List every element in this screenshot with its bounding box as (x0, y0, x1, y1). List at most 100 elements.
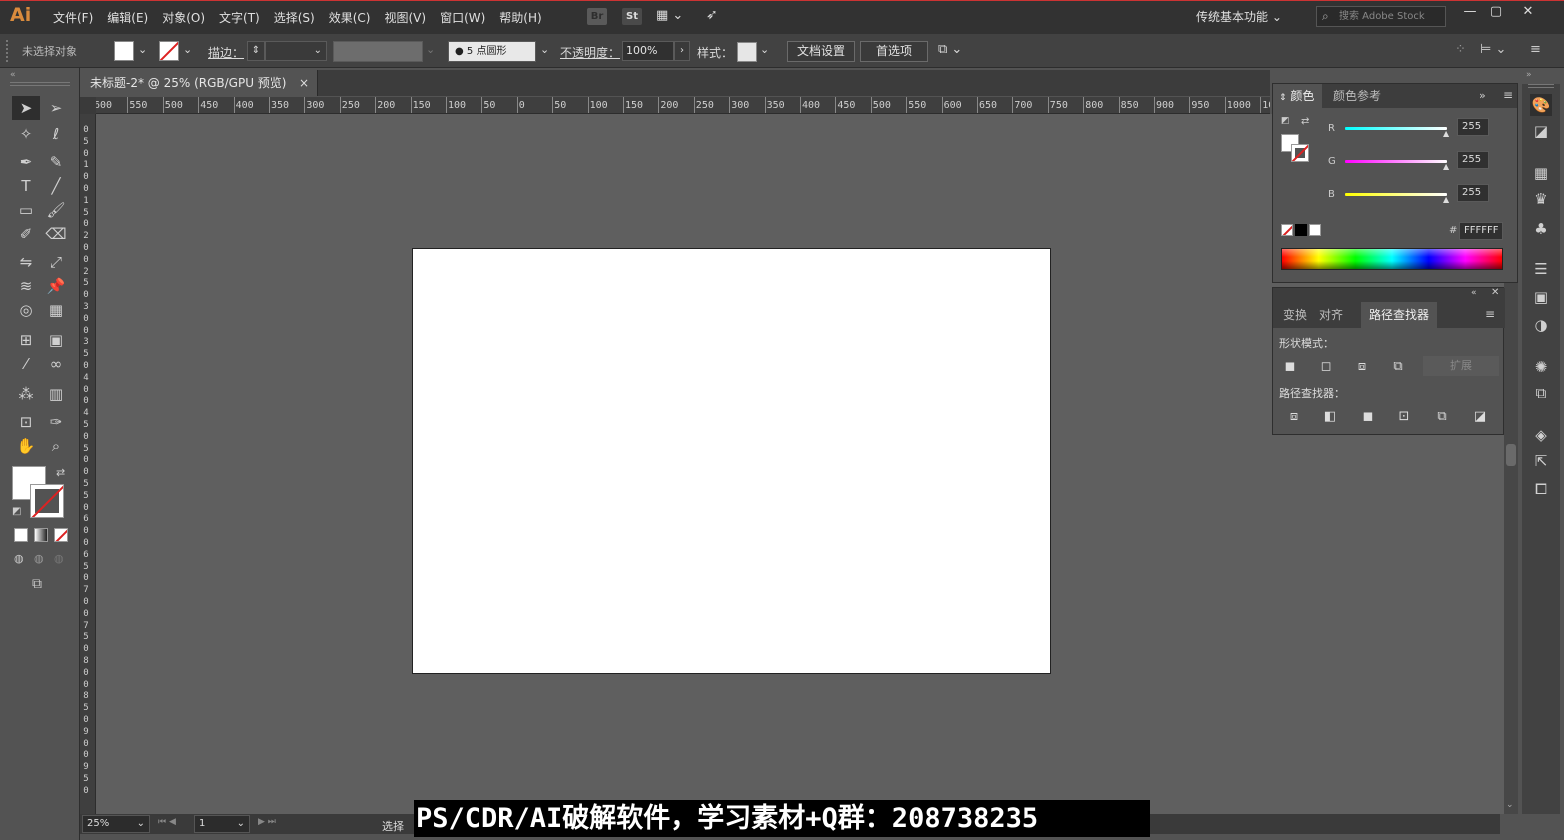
chevron-right-icon[interactable]: › (674, 41, 690, 61)
swap-colors-icon[interactable]: ⇄ (56, 466, 65, 479)
fill-swatch[interactable] (114, 41, 134, 61)
stroke-color-box[interactable] (1291, 144, 1309, 162)
draw-behind-icon[interactable]: ◍ (34, 552, 44, 565)
variable-width-profile[interactable] (333, 41, 423, 62)
document-setup-button[interactable]: 文档设置 (787, 41, 855, 62)
menu-edit[interactable]: 编辑(E) (100, 9, 155, 26)
stroke-label[interactable]: 描边： (208, 44, 244, 61)
default-colors-icon[interactable]: ◩ (1281, 116, 1290, 126)
collapse-icon[interactable]: « (10, 70, 16, 80)
stroke-stepper[interactable]: ⇕ (247, 41, 265, 61)
grip-icon[interactable] (1528, 84, 1554, 88)
r-slider[interactable] (1345, 127, 1447, 130)
gradient-tool-icon[interactable]: ▣ (42, 328, 70, 352)
chevron-down-icon[interactable]: ⌄ (183, 43, 192, 56)
publish-rocket-icon[interactable]: ➶ (706, 7, 718, 23)
none-swatch[interactable] (1281, 224, 1293, 236)
graphic-style-swatch[interactable] (737, 42, 757, 62)
menu-select[interactable]: 选择(S) (267, 9, 322, 26)
menu-effect[interactable]: 效果(C) (322, 9, 378, 26)
close-icon[interactable]: ✕ (1491, 287, 1499, 298)
chevron-down-icon[interactable]: ⌄ (540, 43, 549, 56)
expand-button[interactable]: 扩展 (1423, 356, 1499, 376)
document-tab[interactable]: 未标题-2* @ 25% (RGB/GPU 预览) × (80, 70, 318, 96)
chevron-down-icon[interactable]: ⌄ (138, 43, 147, 56)
opacity-label[interactable]: 不透明度： (560, 44, 620, 61)
r-slider-handle[interactable]: ▲ (1443, 129, 1449, 138)
workspace-switcher[interactable]: 传统基本功能 ⌄ (1196, 8, 1282, 25)
arrange-documents-icon[interactable]: ▦ ⌄ (656, 8, 683, 23)
color-guide-icon[interactable]: ◪ (1530, 120, 1552, 142)
brush-definition-dropdown[interactable]: ● 5 点圆形 (448, 41, 536, 62)
warp-tool-icon[interactable]: ≋ (12, 274, 40, 298)
lasso-tool-icon[interactable]: ℓ (42, 122, 70, 146)
gradient-icon[interactable]: ▣ (1530, 286, 1552, 308)
scale-tool-icon[interactable]: ⤢ (42, 250, 70, 274)
gradient-mode-icon[interactable] (34, 528, 48, 542)
collapse-panel-icon[interactable]: « (1471, 288, 1477, 298)
shaper-tool-icon[interactable]: ✐ (12, 222, 40, 246)
stroke-color-box[interactable] (30, 484, 64, 518)
export-icon[interactable]: ⇱ (1530, 450, 1552, 472)
grip-icon[interactable] (6, 40, 9, 62)
mesh-tool-icon[interactable]: ⊞ (12, 328, 40, 352)
grip-icon[interactable] (10, 82, 70, 86)
b-slider-handle[interactable]: ▲ (1443, 195, 1449, 204)
panel-menu-icon[interactable]: ≡ (1530, 42, 1541, 57)
column-graph-tool-icon[interactable]: ▥ (42, 382, 70, 406)
merge-icon[interactable]: ◼ (1359, 408, 1377, 426)
transform-icon[interactable]: ⊨ ⌄ (1480, 42, 1506, 57)
arrange-icon[interactable]: ⧉ ⌄ (938, 42, 962, 57)
layers-icon[interactable]: ◈ (1530, 424, 1552, 446)
b-value-input[interactable]: 255 (1457, 184, 1489, 202)
ruler-origin[interactable] (80, 97, 96, 114)
curvature-tool-icon[interactable]: ✎ (42, 150, 70, 174)
stroke-swatch[interactable] (159, 41, 179, 61)
crop-icon[interactable]: ⊡ (1395, 408, 1413, 426)
selection-tool-icon[interactable]: ➤ (12, 96, 40, 120)
swap-colors-icon[interactable]: ⇄ (1301, 116, 1309, 127)
appearance-icon[interactable]: ✺ (1530, 356, 1552, 378)
preferences-button[interactable]: 首选项 (860, 41, 928, 62)
draw-normal-icon[interactable]: ◍ (14, 552, 24, 565)
screen-mode-icon[interactable]: ⧉ (32, 576, 42, 592)
tab-color[interactable]: ⇕ 颜色 (1273, 84, 1323, 108)
close-window-button[interactable]: ✕ (1514, 4, 1542, 22)
color-panel-icon[interactable]: 🎨 (1530, 94, 1552, 116)
menu-object[interactable]: 对象(O) (155, 9, 212, 26)
opacity-input[interactable]: 100% (622, 41, 674, 61)
r-value-input[interactable]: 255 (1457, 118, 1489, 136)
white-swatch[interactable] (1309, 224, 1321, 236)
g-slider[interactable] (1345, 160, 1447, 163)
reflect-tool-icon[interactable]: ⇋ (12, 250, 40, 274)
tab-color-guide[interactable]: 颜色参考 (1325, 84, 1389, 108)
direct-selection-tool-icon[interactable]: ➢ (42, 96, 70, 120)
menu-file[interactable]: 文件(F) (46, 9, 100, 26)
menu-type[interactable]: 文字(T) (212, 9, 267, 26)
minus-front-icon[interactable]: ◻ (1317, 358, 1335, 376)
horizontal-ruler[interactable]: 600 550 500 450 400 350 300 250 200 150 100 50 0 50 10… (80, 97, 1270, 114)
artboard-nav-next-icon[interactable]: ▶ ⏭ (258, 817, 276, 827)
puppet-warp-tool-icon[interactable]: 📌 (42, 274, 70, 298)
panel-menu-icon[interactable]: ≡ (1485, 307, 1495, 321)
chevron-down-icon[interactable]: ⌄ (760, 43, 769, 56)
artboard-tool-icon[interactable]: ⊡ (12, 410, 40, 434)
symbols-icon[interactable]: ♣ (1530, 218, 1552, 240)
outline-icon[interactable]: ⧉ (1433, 408, 1451, 426)
type-tool-icon[interactable]: T (12, 174, 40, 198)
swatches-icon[interactable]: ▦ (1530, 162, 1552, 184)
none-mode-icon[interactable] (54, 528, 68, 542)
hand-tool-icon[interactable]: ✋ (12, 434, 40, 458)
trim-icon[interactable]: ◧ (1321, 408, 1339, 426)
stroke-weight-dropdown[interactable]: ⌄ (265, 41, 327, 61)
tab-pathfinder[interactable]: 路径查找器 (1361, 302, 1438, 328)
minimize-button[interactable]: — (1456, 4, 1484, 22)
panel-menu-icon[interactable]: ≡ (1503, 88, 1513, 102)
align-grid-icon[interactable]: ⁘ (1455, 42, 1466, 57)
artboard[interactable] (412, 248, 1051, 674)
menu-window[interactable]: 窗口(W) (433, 9, 492, 26)
paintbrush-tool-icon[interactable]: 🖌 (42, 198, 70, 222)
maximize-button[interactable]: ▢ (1482, 4, 1510, 22)
rectangle-tool-icon[interactable]: ▭ (12, 198, 40, 222)
color-mode-icon[interactable] (14, 528, 28, 542)
